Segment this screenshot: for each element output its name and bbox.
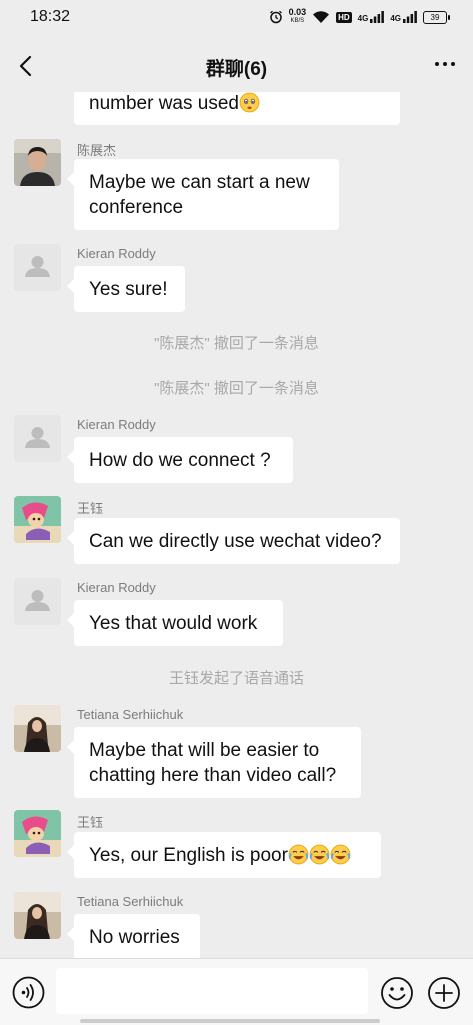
laughing-tears-emoji-icon xyxy=(288,844,309,865)
sender-name: 王钰 xyxy=(77,815,104,830)
message-bubble[interactable]: Can we directly use wechat video? xyxy=(67,518,400,564)
home-indicator[interactable] xyxy=(80,1019,380,1023)
sender-name: 王钰 xyxy=(77,501,104,516)
laughing-tears-emoji-icon xyxy=(309,844,330,865)
system-notice: 王钰发起了语音通话 xyxy=(168,670,304,687)
sender-name: Kieran Roddy xyxy=(77,417,156,432)
input-bar xyxy=(0,958,473,1025)
signal-2: 4G xyxy=(390,11,417,23)
message-text: Can we directly use wechat video? xyxy=(89,531,382,552)
message-text: Yes, our English is poor xyxy=(89,845,288,866)
hd-badge: HD xyxy=(336,11,352,23)
status-bar: 18:32 0.03 KB/S HD 4G 4G 39 xyxy=(0,0,473,36)
speed-unit: KB/S xyxy=(290,18,305,24)
message-text: Maybe that will be easier to chatting he… xyxy=(89,740,337,786)
chat-header: 群聊(6) xyxy=(0,40,473,92)
speed-value: 0.03 xyxy=(288,7,307,17)
message-text: Yes that would work xyxy=(89,613,258,634)
message-bubble[interactable]: How do we connect ? xyxy=(67,437,293,483)
person-photo-icon xyxy=(14,705,61,752)
message-bubble[interactable]: Maybe that will be easier to chatting he… xyxy=(67,727,361,798)
alarm-icon xyxy=(269,10,282,24)
battery-icon: 39 xyxy=(423,10,450,24)
sender-name: Tetiana Serhiichuk xyxy=(77,707,184,722)
worried-emoji-icon xyxy=(239,92,260,113)
avatar-kieran[interactable] xyxy=(14,244,61,291)
emoji-icon[interactable] xyxy=(380,976,414,1010)
cartoon-avatar-icon xyxy=(14,810,61,857)
person-photo-icon xyxy=(14,139,61,186)
signal-1-label: 4G xyxy=(357,14,369,23)
default-avatar-icon xyxy=(25,427,50,448)
sender-name: Tetiana Serhiichuk xyxy=(77,894,184,909)
battery-level: 39 xyxy=(430,12,440,22)
cartoon-avatar-icon xyxy=(14,496,61,543)
message-text: How do we connect ? xyxy=(89,450,271,471)
message-text: Maybe we can start a new conference xyxy=(89,172,310,218)
message-bubble[interactable]: No worries xyxy=(67,914,200,958)
avatar-kieran[interactable] xyxy=(14,578,61,625)
avatar-kieran[interactable] xyxy=(14,415,61,462)
person-photo-icon xyxy=(14,892,61,939)
voice-icon[interactable] xyxy=(12,976,45,1009)
avatar-tetiana[interactable] xyxy=(14,892,61,939)
message-text: No worries xyxy=(89,927,180,948)
plus-icon[interactable] xyxy=(427,976,461,1010)
signal-2-label: 4G xyxy=(390,14,401,23)
sender-name: Kieran Roddy xyxy=(77,580,156,595)
message-bubble[interactable]: Yes, our English is poor xyxy=(67,832,381,878)
system-notice: "陈展杰" 撤回了一条消息 xyxy=(154,335,319,352)
message-bubble[interactable]: Yes sure! xyxy=(67,266,185,312)
avatar-tetiana[interactable] xyxy=(14,705,61,752)
laughing-tears-emoji-icon xyxy=(330,844,351,865)
message-list[interactable]: number was used 陈展杰 Maybe we can start a… xyxy=(0,92,473,958)
signal-icon xyxy=(370,11,385,23)
default-avatar-icon xyxy=(25,590,50,611)
avatar-wangyu[interactable] xyxy=(14,810,61,857)
message-bubble[interactable]: Maybe we can start a new conference xyxy=(67,159,339,230)
signal-icon xyxy=(403,11,417,23)
sender-name: 陈展杰 xyxy=(77,143,117,158)
avatar-chenzhanjie[interactable] xyxy=(14,139,61,186)
avatar-wangyu[interactable] xyxy=(14,496,61,543)
signal-1: 4G xyxy=(358,11,385,23)
wifi-icon xyxy=(313,11,330,23)
more-icon[interactable] xyxy=(435,62,455,66)
message-text: number was used xyxy=(89,93,239,114)
status-icons: 0.03 KB/S HD 4G 4G 39 xyxy=(269,8,450,26)
status-time: 18:32 xyxy=(30,8,71,25)
message-bubble[interactable]: Yes that would work xyxy=(67,600,283,646)
message-text: Yes sure! xyxy=(89,279,168,300)
system-notice: "陈展杰" 撤回了一条消息 xyxy=(154,380,319,397)
sender-name: Kieran Roddy xyxy=(77,246,156,261)
network-speed: 0.03 KB/S xyxy=(289,8,307,26)
default-avatar-icon xyxy=(25,256,50,277)
chat-title: 群聊(6) xyxy=(205,59,268,80)
message-bubble[interactable]: number was used xyxy=(74,92,400,125)
message-input[interactable] xyxy=(56,968,368,1014)
